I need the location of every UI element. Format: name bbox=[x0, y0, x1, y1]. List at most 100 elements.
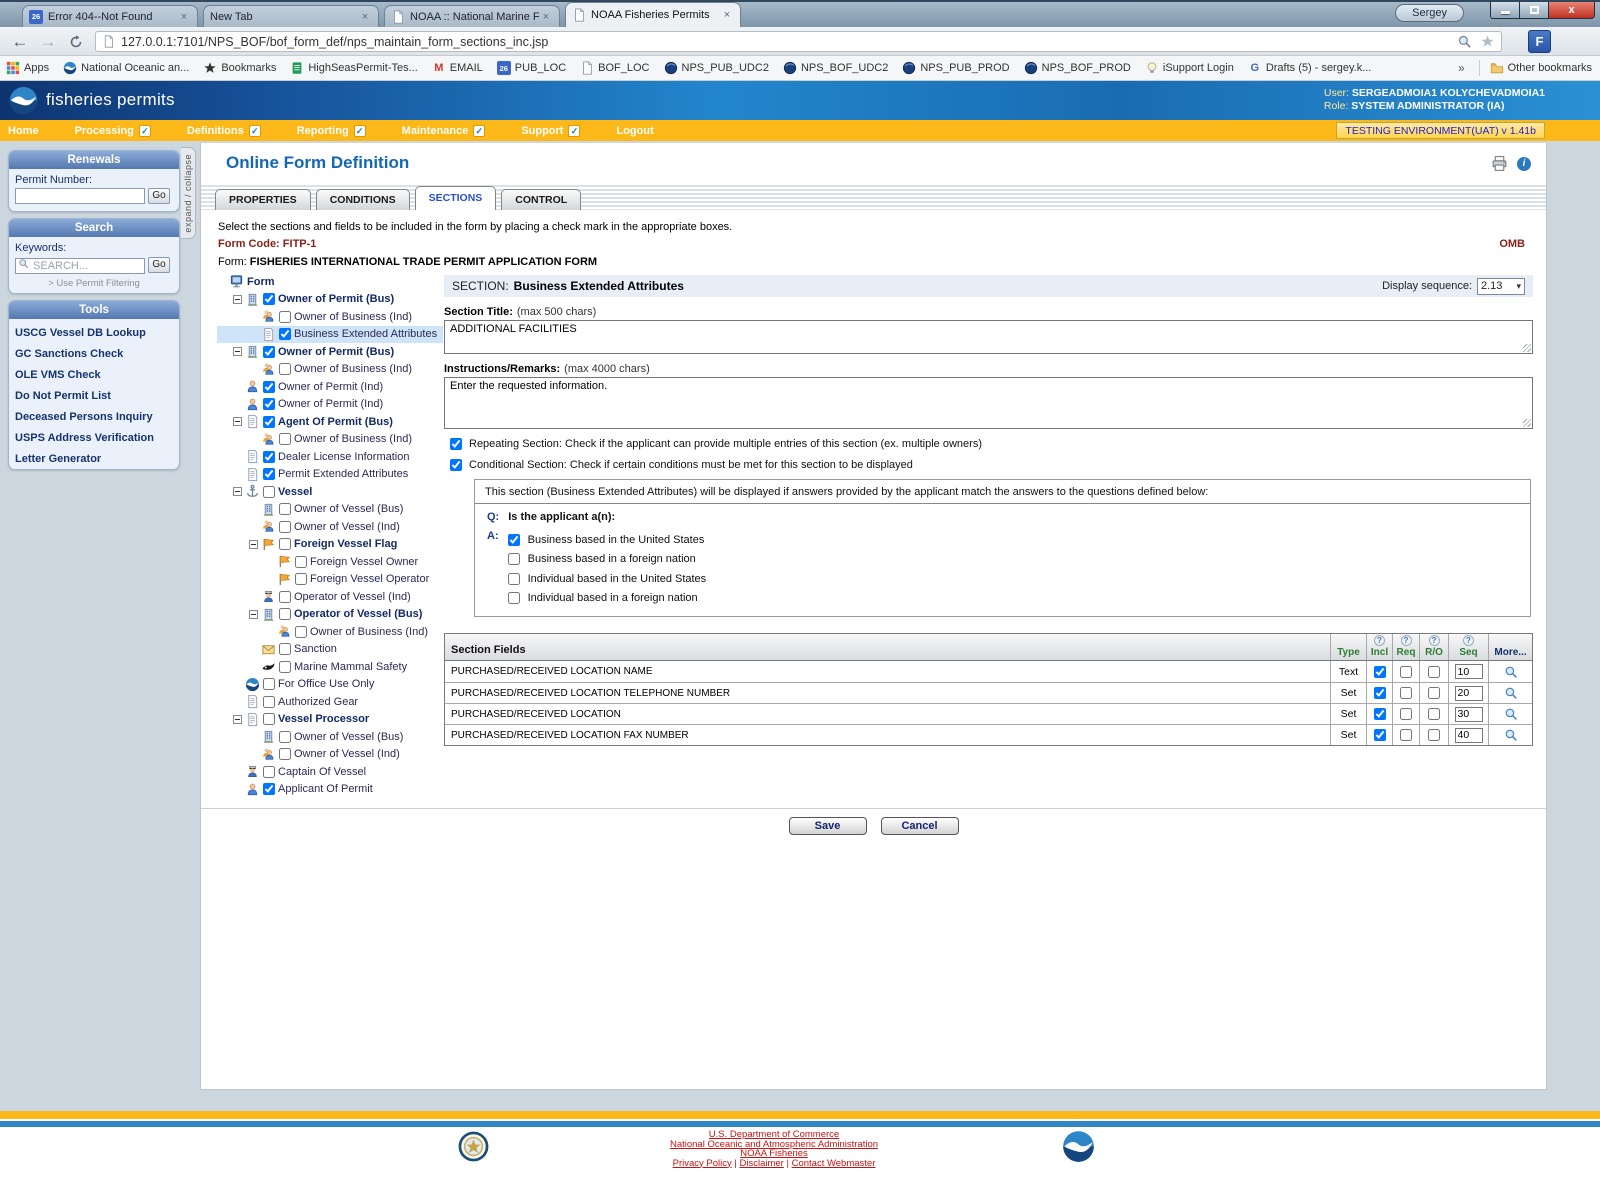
tool-link[interactable]: Deceased Persons Inquiry bbox=[15, 407, 173, 428]
magnifier-icon[interactable] bbox=[1504, 665, 1518, 679]
tree-item[interactable]: Owner of Permit (Bus) bbox=[217, 291, 443, 309]
bookmark-item[interactable]: National Oceanic an... bbox=[63, 61, 189, 75]
tree-item[interactable]: Dealer License Information bbox=[217, 448, 443, 466]
tree-item-checkbox[interactable] bbox=[279, 538, 291, 550]
tree-item-checkbox[interactable] bbox=[263, 398, 275, 410]
tab-close-icon[interactable] bbox=[177, 10, 191, 24]
tree-item-checkbox[interactable] bbox=[279, 731, 291, 743]
tool-link[interactable]: GC Sanctions Check bbox=[15, 344, 173, 365]
reload-button[interactable] bbox=[64, 30, 88, 53]
tree-item[interactable]: Owner of Permit (Bus) bbox=[217, 343, 443, 361]
close-button[interactable] bbox=[1549, 2, 1595, 19]
nav-menu-item[interactable]: Logout bbox=[616, 125, 653, 137]
tree-item[interactable]: Permit Extended Attributes bbox=[217, 466, 443, 484]
browser-tab[interactable]: NOAA :: National Marine F bbox=[384, 5, 560, 27]
bookmark-item[interactable]: iSupport Login bbox=[1145, 61, 1234, 75]
magnifier-icon[interactable] bbox=[1504, 728, 1518, 742]
nav-menu-item[interactable]: Support bbox=[521, 125, 580, 137]
condition-answer-row[interactable]: Individual based in the United States bbox=[508, 569, 707, 589]
tree-item[interactable]: Agent Of Permit (Bus) bbox=[217, 413, 443, 431]
back-button[interactable] bbox=[8, 30, 32, 53]
address-bar[interactable]: 127.0.0.1:7101/NPS_BOF/bof_form_def/nps_… bbox=[95, 31, 1502, 52]
field-req-checkbox[interactable] bbox=[1400, 687, 1412, 699]
tree-item-checkbox[interactable] bbox=[279, 643, 291, 655]
tree-item[interactable]: Sanction bbox=[217, 641, 443, 659]
bookmark-item[interactable]: BOF_LOC bbox=[580, 61, 649, 75]
condition-answer-row[interactable]: Business based in the United States bbox=[508, 530, 707, 550]
help-icon[interactable] bbox=[1463, 635, 1474, 646]
tree-item-checkbox[interactable] bbox=[279, 311, 291, 323]
condition-answer-row[interactable]: Business based in a foreign nation bbox=[508, 550, 707, 570]
form-def-tab[interactable]: PROPERTIES bbox=[215, 189, 311, 210]
tree-item[interactable]: Foreign Vessel Operator bbox=[217, 571, 443, 589]
tree-item-checkbox[interactable] bbox=[263, 381, 275, 393]
bookmark-item[interactable]: NPS_PUB_PROD bbox=[902, 61, 1009, 75]
tree-item-checkbox[interactable] bbox=[263, 486, 275, 498]
tree-item-checkbox[interactable] bbox=[263, 293, 275, 305]
bookmark-item[interactable]: NPS_PUB_UDC2 bbox=[664, 61, 769, 75]
zoom-icon[interactable] bbox=[1457, 34, 1472, 49]
form-def-tab[interactable]: CONTROL bbox=[501, 189, 581, 210]
search-input[interactable] bbox=[15, 258, 145, 274]
tree-expander-icon[interactable] bbox=[249, 610, 258, 619]
help-icon[interactable] bbox=[1401, 635, 1412, 646]
bookmarks-overflow-chevron[interactable]: » bbox=[1458, 61, 1465, 75]
tool-link[interactable]: USCG Vessel DB Lookup bbox=[15, 323, 173, 344]
field-seq-input[interactable] bbox=[1455, 728, 1483, 743]
cancel-button[interactable]: Cancel bbox=[881, 817, 959, 835]
tree-expander-icon[interactable] bbox=[233, 295, 242, 304]
permit-filtering-link[interactable]: > Use Permit Filtering bbox=[15, 278, 173, 289]
tab-close-icon[interactable] bbox=[720, 8, 734, 22]
tree-item[interactable]: Operator of Vessel (Bus) bbox=[217, 606, 443, 624]
tree-expander-icon[interactable] bbox=[233, 347, 242, 356]
tree-item[interactable]: Owner of Business (Ind) bbox=[217, 361, 443, 379]
permit-number-input[interactable] bbox=[15, 188, 145, 204]
tree-item-checkbox[interactable] bbox=[279, 608, 291, 620]
tree-item[interactable]: Form bbox=[217, 273, 443, 291]
bookmark-item[interactable]: HighSeasPermit-Tes... bbox=[290, 61, 417, 75]
field-more-cell[interactable] bbox=[1488, 704, 1532, 724]
field-seq-input[interactable] bbox=[1455, 707, 1483, 722]
tree-item[interactable]: Owner of Permit (Ind) bbox=[217, 378, 443, 396]
tree-item-checkbox[interactable] bbox=[263, 346, 275, 358]
tree-item-checkbox[interactable] bbox=[279, 748, 291, 760]
help-icon[interactable] bbox=[1374, 635, 1385, 646]
tree-item[interactable]: For Office Use Only bbox=[217, 676, 443, 694]
footer-link[interactable]: Privacy Policy bbox=[673, 1158, 732, 1169]
field-more-cell[interactable] bbox=[1488, 725, 1532, 745]
tree-item[interactable]: Owner of Vessel (Ind) bbox=[217, 746, 443, 764]
tree-item[interactable]: Foreign Vessel Owner bbox=[217, 553, 443, 571]
bookmark-item[interactable]: 26 PUB_LOC bbox=[497, 61, 566, 75]
help-icon[interactable] bbox=[1429, 635, 1440, 646]
tool-link[interactable]: OLE VMS Check bbox=[15, 365, 173, 386]
condition-answer-checkbox[interactable] bbox=[508, 573, 520, 585]
tree-item-checkbox[interactable] bbox=[279, 591, 291, 603]
minimize-button[interactable] bbox=[1490, 2, 1520, 19]
tab-close-icon[interactable] bbox=[358, 10, 372, 24]
tree-item-checkbox[interactable] bbox=[279, 433, 291, 445]
maximize-button[interactable] bbox=[1520, 2, 1549, 19]
form-def-tab[interactable]: CONDITIONS bbox=[316, 189, 410, 210]
tree-item[interactable]: Captain Of Vessel bbox=[217, 763, 443, 781]
tree-item-checkbox[interactable] bbox=[279, 661, 291, 673]
field-incl-checkbox[interactable] bbox=[1374, 687, 1386, 699]
bookmark-item[interactable]: NPS_BOF_PROD bbox=[1024, 61, 1131, 75]
other-bookmarks-button[interactable]: Other bookmarks bbox=[1490, 61, 1592, 75]
bookmark-star-icon[interactable] bbox=[1480, 34, 1495, 49]
url-text[interactable]: 127.0.0.1:7101/NPS_BOF/bof_form_def/nps_… bbox=[121, 35, 1457, 49]
tree-item-checkbox[interactable] bbox=[279, 363, 291, 375]
field-req-checkbox[interactable] bbox=[1400, 666, 1412, 678]
field-more-cell[interactable] bbox=[1488, 661, 1532, 682]
field-req-checkbox[interactable] bbox=[1400, 729, 1412, 741]
tree-item-checkbox[interactable] bbox=[279, 503, 291, 515]
field-incl-checkbox[interactable] bbox=[1374, 666, 1386, 678]
nav-menu-item[interactable]: Reporting bbox=[297, 125, 366, 137]
conditional-section-checkbox[interactable] bbox=[450, 459, 462, 471]
nav-menu-item[interactable]: Maintenance bbox=[402, 125, 486, 137]
field-incl-checkbox[interactable] bbox=[1374, 708, 1386, 720]
browser-tab[interactable]: New Tab bbox=[203, 5, 379, 27]
field-ro-checkbox[interactable] bbox=[1428, 687, 1440, 699]
tree-expander-icon[interactable] bbox=[249, 540, 258, 549]
tree-item-checkbox[interactable] bbox=[263, 766, 275, 778]
condition-answer-checkbox[interactable] bbox=[508, 534, 520, 546]
